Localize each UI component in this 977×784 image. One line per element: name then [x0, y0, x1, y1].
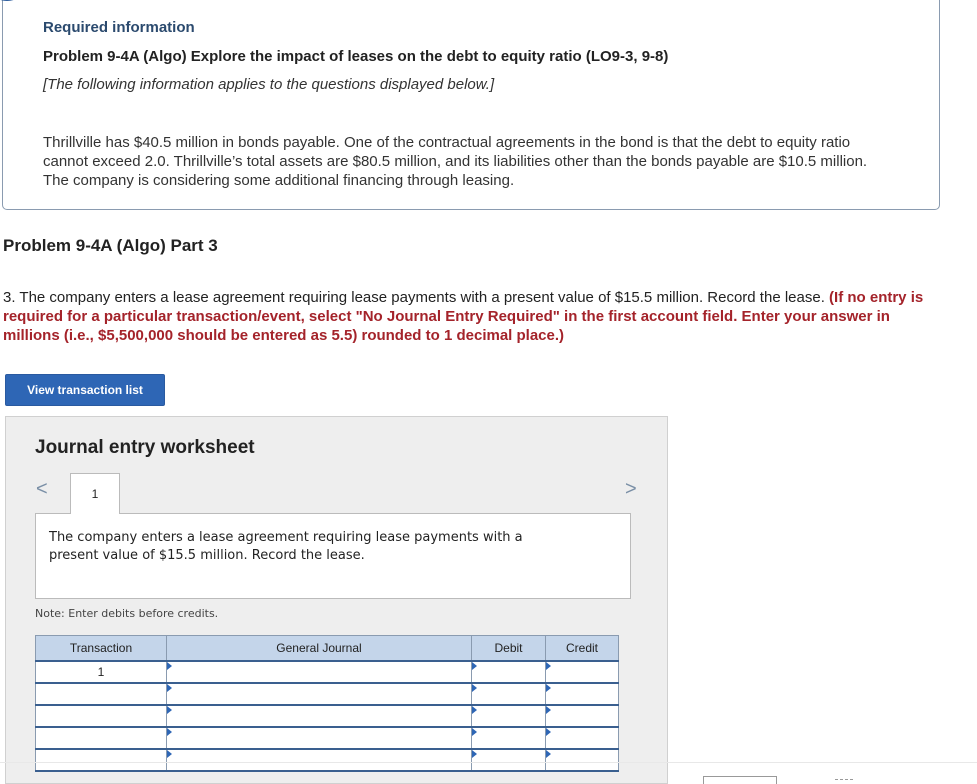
footer-divider [0, 762, 977, 763]
input-marker-icon [472, 684, 477, 692]
input-marker-icon [546, 684, 551, 692]
footer-button-edge[interactable] [703, 776, 777, 784]
debit-input[interactable] [471, 704, 546, 728]
credit-input[interactable] [545, 660, 619, 684]
transaction-cell [35, 748, 167, 772]
credit-input[interactable] [545, 704, 619, 728]
debit-input[interactable] [471, 660, 546, 684]
debit-input[interactable] [471, 682, 546, 706]
input-marker-icon [472, 706, 477, 714]
footer-handle[interactable] [835, 779, 853, 783]
account-input[interactable] [166, 748, 472, 772]
column-header-general-journal: General Journal [166, 635, 472, 662]
column-header-debit: Debit [471, 635, 546, 662]
debit-credit-note: Note: Enter debits before credits. [35, 607, 219, 620]
input-marker-icon [546, 750, 551, 758]
input-marker-icon [472, 728, 477, 736]
worksheet-title: Journal entry worksheet [35, 437, 255, 458]
table-row [35, 748, 619, 772]
input-marker-icon [472, 662, 477, 670]
question-text: 3. The company enters a lease agreement … [3, 288, 948, 345]
transaction-cell [35, 682, 167, 706]
input-marker-icon [546, 706, 551, 714]
transaction-cell: 1 [35, 660, 167, 684]
column-header-credit: Credit [545, 635, 619, 662]
credit-input[interactable] [545, 682, 619, 706]
part-title: Problem 9-4A (Algo) Part 3 [3, 236, 218, 255]
dropdown-marker-icon [167, 728, 172, 736]
column-header-transaction: Transaction [35, 635, 167, 662]
view-transaction-list-button[interactable]: View transaction list [5, 374, 165, 406]
transaction-cell [35, 704, 167, 728]
chevron-left-icon[interactable]: < [36, 478, 48, 501]
problem-text: Thrillville has $40.5 million in bonds p… [43, 134, 868, 189]
account-input[interactable] [166, 682, 472, 706]
table-row [35, 726, 619, 750]
input-marker-icon [546, 728, 551, 736]
problem-note: [The following information applies to th… [43, 76, 495, 93]
input-marker-icon [546, 662, 551, 670]
journal-entry-worksheet: Journal entry worksheet < 1 > The compan… [5, 416, 668, 784]
worksheet-tab-1[interactable]: 1 [70, 473, 120, 514]
dropdown-marker-icon [167, 706, 172, 714]
required-info-title: Required information [43, 19, 195, 36]
credit-input[interactable] [545, 726, 619, 750]
input-marker-icon [472, 750, 477, 758]
dropdown-marker-icon [167, 662, 172, 670]
problem-title: Problem 9-4A (Algo) Explore the impact o… [43, 48, 669, 65]
debit-input[interactable] [471, 748, 546, 772]
table-row [35, 682, 619, 706]
panel-marker-icon [0, 0, 23, 1]
account-input[interactable] [166, 704, 472, 728]
chevron-right-icon[interactable]: > [625, 478, 637, 501]
account-input[interactable] [166, 726, 472, 750]
transaction-cell [35, 726, 167, 750]
credit-input[interactable] [545, 748, 619, 772]
transaction-description: The company enters a lease agreement req… [49, 530, 523, 563]
debit-input[interactable] [471, 726, 546, 750]
dropdown-marker-icon [167, 684, 172, 692]
transaction-description-box: The company enters a lease agreement req… [35, 513, 631, 599]
dropdown-marker-icon [167, 750, 172, 758]
journal-entry-table: Transaction General Journal Debit Credit… [35, 635, 619, 772]
table-row [35, 704, 619, 728]
table-row: 1 [35, 660, 619, 684]
account-input[interactable] [166, 660, 472, 684]
question-body: 3. The company enters a lease agreement … [3, 289, 830, 306]
